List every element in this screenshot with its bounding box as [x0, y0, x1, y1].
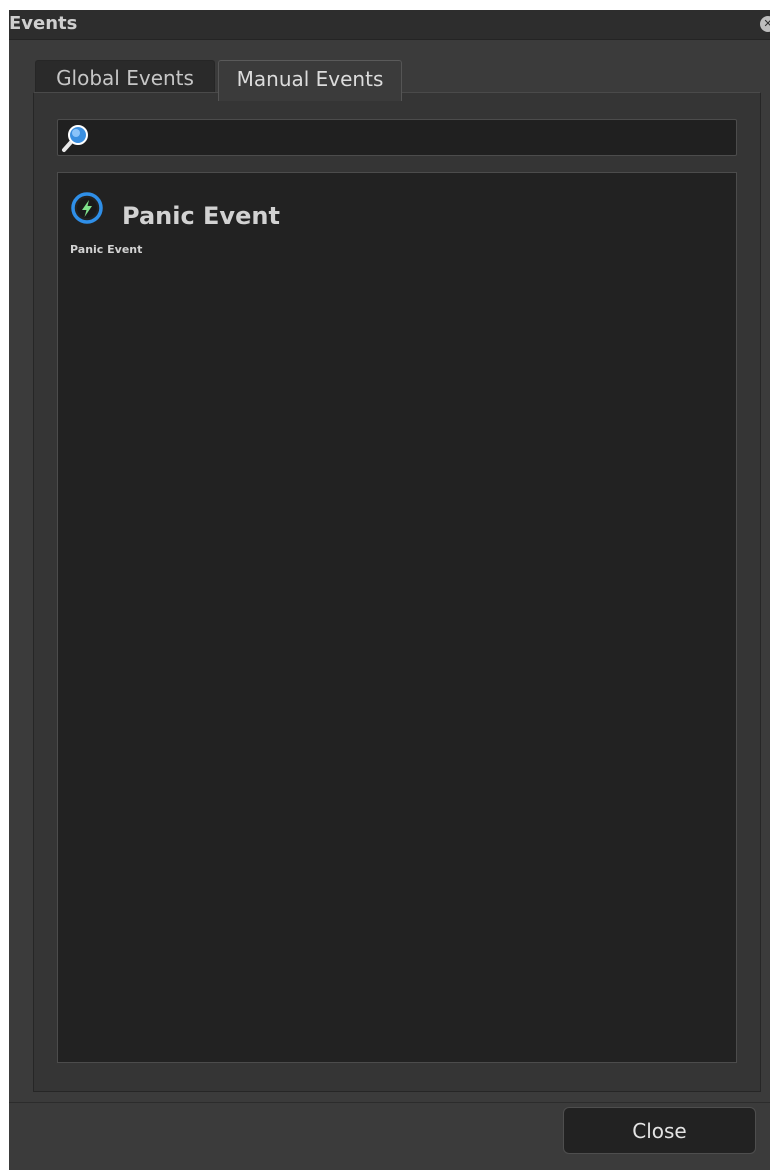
lightning-bolt-icon [70, 191, 104, 225]
title-bar[interactable]: Events ✕ [9, 10, 770, 40]
event-title: Panic Event [122, 202, 280, 230]
tab-label: Global Events [56, 66, 194, 90]
search-box[interactable] [57, 119, 737, 156]
tab-manual-events[interactable]: Manual Events [218, 60, 402, 101]
search-input[interactable] [94, 120, 734, 155]
magnifier-icon [60, 122, 92, 154]
tab-label: Manual Events [236, 67, 384, 91]
close-button[interactable]: Close [563, 1107, 756, 1154]
close-circle-icon[interactable]: ✕ [760, 16, 770, 32]
events-dialog: Events ✕ Global Events Manual Events Pan… [9, 10, 770, 1170]
window-title: Events [9, 13, 78, 34]
events-list[interactable]: Panic Event Panic Event [57, 172, 737, 1063]
list-item-panic-event[interactable]: Panic Event Panic Event [68, 187, 468, 267]
footer-divider [9, 1102, 770, 1103]
tab-global-events[interactable]: Global Events [35, 60, 215, 94]
event-description: Panic Event [70, 243, 143, 256]
